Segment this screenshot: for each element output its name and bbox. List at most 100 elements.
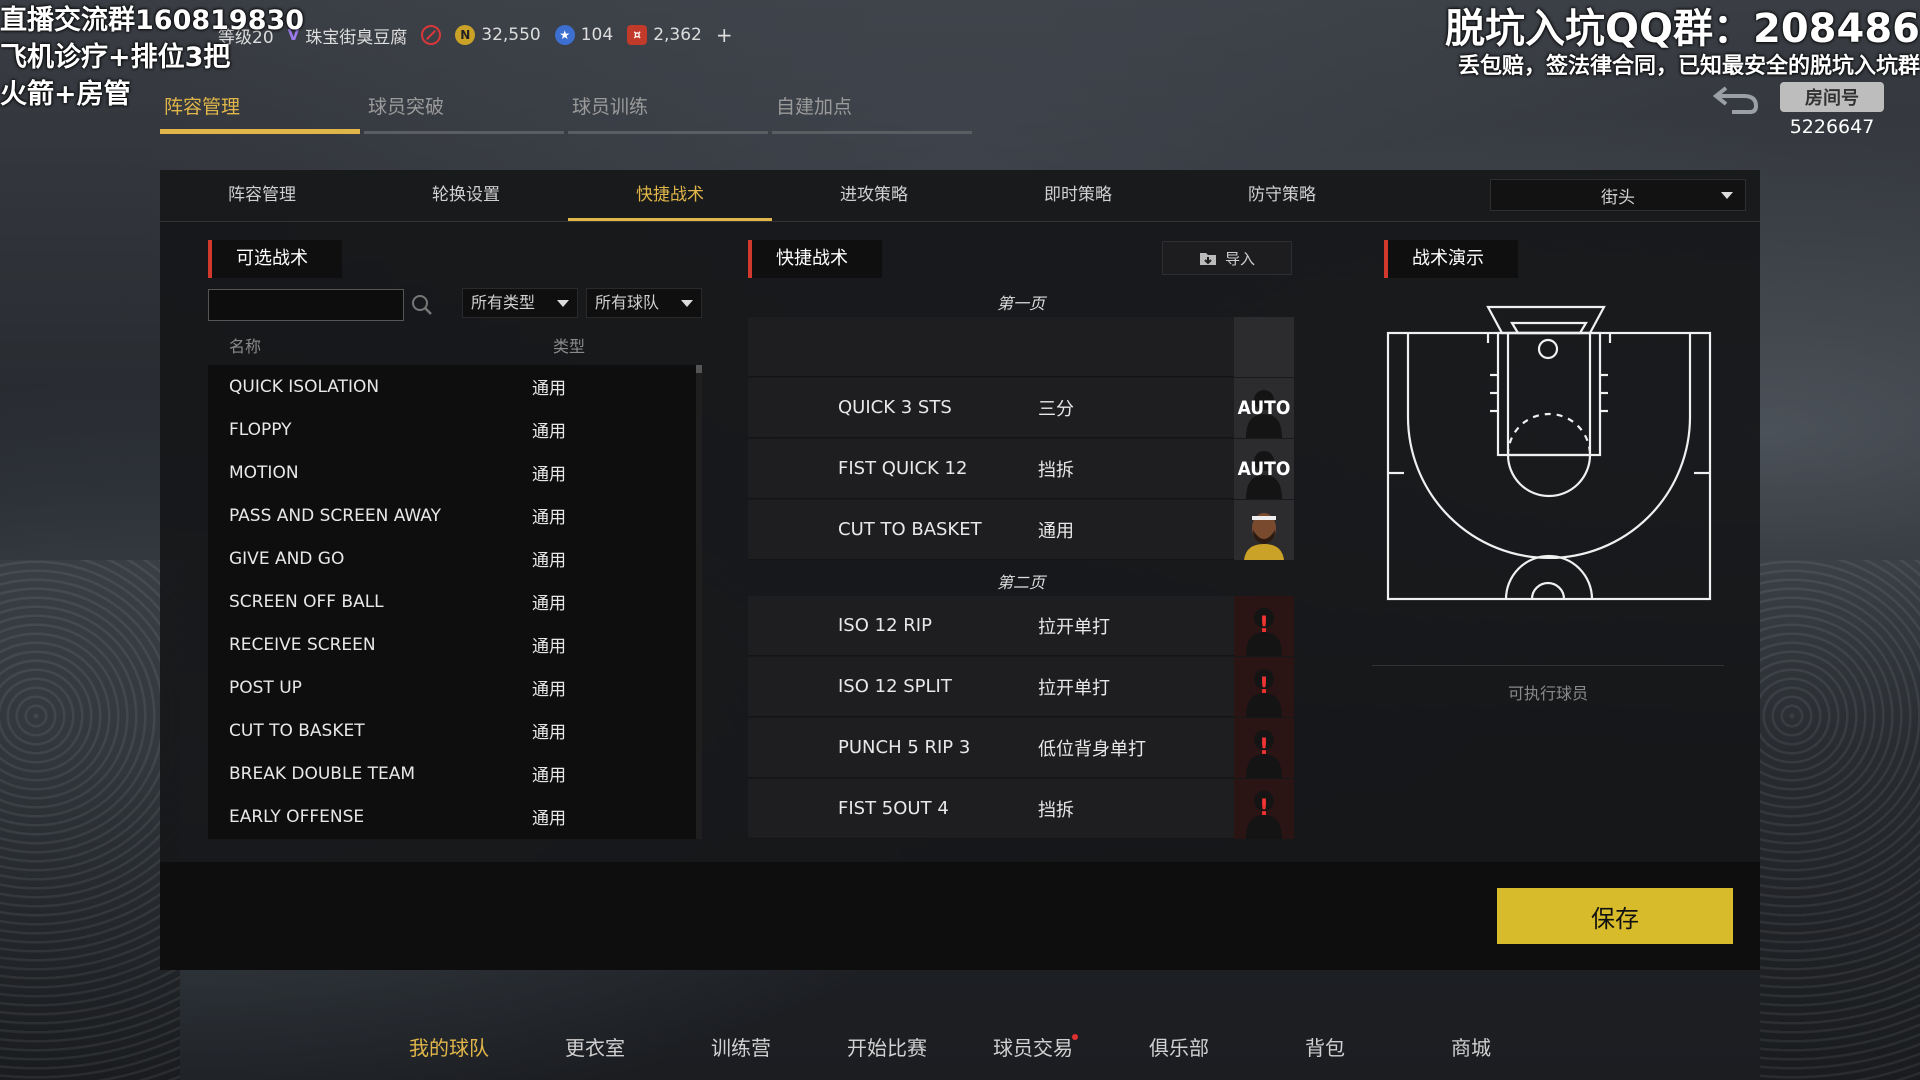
type-filter-value: 所有类型 (471, 293, 536, 312)
nav-my-team[interactable]: 我的球队 (376, 1032, 522, 1061)
tab-player-training[interactable]: 球员训练 (568, 88, 768, 134)
available-play-row[interactable]: RECEIVE SCREEN 通用 (208, 623, 702, 666)
coin-value: 32,550 (481, 25, 541, 45)
auto-player-slot[interactable]: AUTO (1234, 377, 1294, 438)
warning-player-slot[interactable]: ! (1234, 595, 1294, 656)
star-balance: ★ 104 (554, 25, 613, 45)
nav-store[interactable]: 商城 (1398, 1032, 1544, 1061)
quick-play-type: 拉开单打 (1038, 616, 1110, 638)
play-type: 通用 (532, 723, 566, 743)
quick-play-slot[interactable]: QUICK 3 STS 三分 AUTO (748, 377, 1294, 438)
tab-custom-attributes[interactable]: 自建加点 (772, 88, 972, 134)
quick-play-slot[interactable]: ISO 12 RIP 拉开单打! (748, 595, 1294, 656)
room-label: 房间号 (1780, 82, 1884, 112)
play-type: 通用 (532, 809, 566, 829)
quick-play-name: FIST QUICK 12 (838, 458, 968, 479)
warning-icon: ! (1258, 735, 1270, 760)
empty-player-slot[interactable] (1234, 316, 1294, 377)
available-play-row[interactable]: POST UP 通用 (208, 666, 702, 709)
available-play-row[interactable]: MOTION 通用 (208, 451, 702, 494)
folder-import-icon (1199, 253, 1216, 265)
quick-play-slot[interactable]: FIST QUICK 12 挡拆 AUTO (748, 438, 1294, 499)
warning-icon: ! (1258, 796, 1270, 821)
add-currency-button[interactable]: + (716, 23, 733, 47)
tab-player-breakthrough[interactable]: 球员突破 (364, 88, 564, 134)
stream-line: 飞机诊疗+排位3把 (0, 42, 231, 73)
page-two-label: 第二页 (996, 573, 1045, 592)
play-search-input[interactable] (208, 289, 404, 321)
quick-play-slot[interactable]: CUT TO BASKET 通用 (748, 499, 1294, 560)
nav-club[interactable]: 俱乐部 (1106, 1032, 1252, 1061)
page-one-label: 第一页 (996, 294, 1045, 313)
type-filter-dropdown[interactable]: 所有类型 (462, 288, 578, 318)
available-play-row[interactable]: QUICK ISOLATION 通用 (208, 365, 702, 408)
chevron-down-icon (681, 300, 693, 307)
crowd-background-right (1760, 560, 1920, 1080)
play-type: 通用 (532, 766, 566, 786)
back-arrow-icon[interactable] (1712, 82, 1760, 116)
plays-scrollbar[interactable] (696, 365, 702, 839)
quick-play-slot[interactable] (748, 316, 1294, 377)
save-button[interactable]: 保存 (1497, 888, 1733, 944)
crowd-background-left (0, 560, 180, 1080)
available-play-row[interactable]: SCREEN OFF BALL 通用 (208, 580, 702, 623)
quick-plays-header: 快捷战术 (748, 240, 882, 278)
nav-locker-room[interactable]: 更衣室 (522, 1032, 668, 1061)
quick-play-slot[interactable]: FIST 5OUT 4 挡拆! (748, 778, 1294, 839)
available-plays-header: 可选战术 (208, 240, 342, 278)
stream-line: 火箭+房管 (0, 79, 131, 110)
play-type: 通用 (532, 594, 566, 614)
subtab-quick-plays[interactable]: 快捷战术 (568, 170, 772, 221)
basketball-court-diagram (1386, 305, 1712, 601)
play-type: 通用 (532, 379, 566, 399)
quick-play-slot[interactable]: ISO 12 SPLIT 拉开单打! (748, 656, 1294, 717)
chevron-down-icon (1721, 192, 1733, 199)
subtab-offense-strategy[interactable]: 进攻策略 (772, 170, 976, 221)
room-info: 房间号 5226647 (1780, 82, 1884, 138)
quick-play-type: 通用 (1038, 520, 1074, 542)
quick-play-name: CUT TO BASKET (838, 519, 982, 540)
quick-play-type: 拉开单打 (1038, 677, 1110, 699)
available-play-row[interactable]: PASS AND SCREEN AWAY 通用 (208, 494, 702, 537)
search-icon[interactable] (411, 294, 433, 316)
available-play-row[interactable]: CUT TO BASKET 通用 (208, 709, 702, 752)
game-mode-value: 街头 (1601, 187, 1635, 208)
nav-player-trade[interactable]: 球员交易 (960, 1032, 1106, 1061)
game-mode-dropdown[interactable]: 街头 (1490, 179, 1746, 211)
play-type: 通用 (532, 508, 566, 528)
warning-player-slot[interactable]: ! (1234, 717, 1294, 778)
available-play-row[interactable]: BREAK DOUBLE TEAM 通用 (208, 752, 702, 795)
warning-player-slot[interactable]: ! (1234, 656, 1294, 717)
nav-backpack[interactable]: 背包 (1252, 1032, 1398, 1061)
available-play-row[interactable]: FLOPPY 通用 (208, 408, 702, 451)
assigned-player-slot[interactable] (1234, 499, 1294, 560)
play-name: QUICK ISOLATION (229, 376, 380, 397)
team-filter-value: 所有球队 (595, 293, 660, 312)
auto-player-slot[interactable]: AUTO (1234, 438, 1294, 499)
no-entry-icon[interactable] (421, 25, 442, 45)
available-play-row[interactable]: EARLY OFFENSE 通用 (208, 795, 702, 838)
subtab-defense-strategy[interactable]: 防守策略 (1180, 170, 1384, 221)
nav-start-game[interactable]: 开始比赛 (814, 1032, 960, 1061)
import-button[interactable]: 导入 (1162, 241, 1292, 275)
subtab-rotation[interactable]: 轮换设置 (364, 170, 568, 221)
play-name: CUT TO BASKET (229, 720, 365, 741)
team-filter-dropdown[interactable]: 所有球队 (586, 288, 702, 318)
play-name: FLOPPY (229, 419, 292, 440)
qq-group-title: 脱坑入坑QQ群：208486 (1445, 6, 1920, 52)
bottom-navigation: 我的球队 更衣室 训练营 开始比赛 球员交易 俱乐部 背包 商城 (376, 1032, 1544, 1061)
subtab-instant-strategy[interactable]: 即时策略 (976, 170, 1180, 221)
quick-play-type: 三分 (1038, 398, 1074, 420)
chevron-down-icon (557, 300, 569, 307)
rc-value: 2,362 (653, 25, 702, 45)
qq-group-overlay: 脱坑入坑QQ群：208486 丢包赔，签法律合同，已知最安全的脱坑入坑群 (1445, 6, 1920, 82)
available-play-row[interactable]: GIVE AND GO 通用 (208, 537, 702, 580)
warning-player-slot[interactable]: ! (1234, 778, 1294, 839)
play-name: MOTION (229, 462, 299, 483)
quick-play-slot[interactable]: PUNCH 5 RIP 3 低位背身单打! (748, 717, 1294, 778)
quick-play-name: PUNCH 5 RIP 3 (838, 737, 971, 758)
nav-training-camp[interactable]: 训练营 (668, 1032, 814, 1061)
column-header-name: 名称 (229, 337, 262, 356)
plays-scrollbar-thumb[interactable] (696, 365, 702, 373)
subtab-lineup[interactable]: 阵容管理 (160, 170, 364, 221)
